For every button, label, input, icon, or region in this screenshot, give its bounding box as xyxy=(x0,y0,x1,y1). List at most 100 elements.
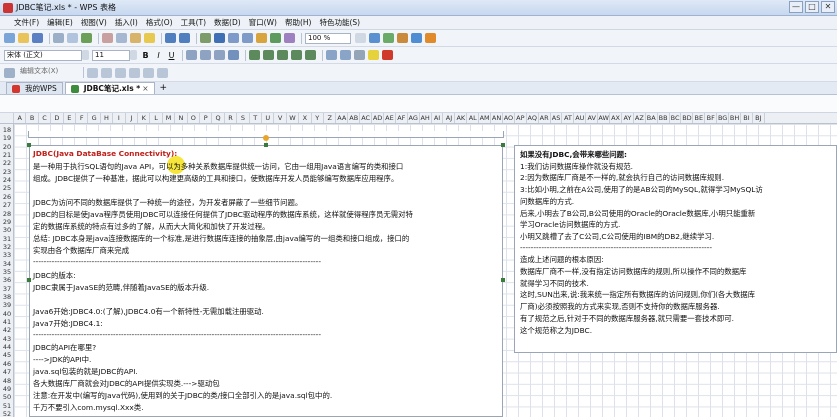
new-tab-icon[interactable]: + xyxy=(157,83,171,94)
column-header[interactable]: AP xyxy=(515,113,527,123)
column-header[interactable]: AV xyxy=(586,113,599,123)
tab-jdbc-notes[interactable]: JDBC笔记.xls * × xyxy=(64,82,155,94)
column-header[interactable]: BI xyxy=(741,113,753,123)
online-icon[interactable] xyxy=(411,33,422,43)
align-left-icon[interactable] xyxy=(186,50,197,60)
size-dropdown-icon[interactable] xyxy=(130,50,137,60)
oval-icon[interactable] xyxy=(157,67,168,78)
column-header[interactable]: AU xyxy=(574,113,587,123)
menu-special[interactable]: 特色功能(S) xyxy=(319,17,360,28)
column-header[interactable]: AD xyxy=(372,113,384,123)
font-dropdown-icon[interactable] xyxy=(82,50,89,60)
column-header[interactable]: AG xyxy=(408,113,420,123)
row-header[interactable]: 47 xyxy=(0,368,13,376)
column-header[interactable]: AR xyxy=(539,113,551,123)
resize-handle[interactable] xyxy=(27,143,31,147)
percent-icon[interactable] xyxy=(263,50,274,60)
column-header[interactable]: K xyxy=(138,113,151,123)
column-header[interactable]: AY xyxy=(622,113,634,123)
align-center-icon[interactable] xyxy=(200,50,211,60)
open-folder-icon[interactable] xyxy=(18,33,29,43)
row-header[interactable]: 38 xyxy=(0,293,13,301)
column-header[interactable]: BF xyxy=(705,113,718,123)
column-header[interactable]: T xyxy=(250,113,262,123)
row-header[interactable]: 37 xyxy=(0,285,13,293)
font-family-select[interactable]: 宋体 (正文) xyxy=(4,49,82,61)
drawing-icon[interactable] xyxy=(284,33,295,43)
column-header[interactable]: L xyxy=(150,113,163,123)
column-header[interactable]: S xyxy=(237,113,250,123)
zoom-select[interactable]: 100 % xyxy=(305,32,351,44)
column-header[interactable]: A xyxy=(14,113,27,123)
copy-icon[interactable] xyxy=(116,33,127,43)
menu-format[interactable]: 格式(O) xyxy=(146,17,173,28)
column-header[interactable]: U xyxy=(262,113,275,123)
draw-icon[interactable] xyxy=(4,67,15,78)
rotate-handle[interactable] xyxy=(263,135,269,141)
print-preview-icon[interactable] xyxy=(67,33,78,43)
row-header[interactable]: 25 xyxy=(0,184,13,192)
column-header[interactable]: B xyxy=(26,113,39,123)
sort-descending-icon[interactable] xyxy=(242,33,253,43)
decrease-indent-icon[interactable] xyxy=(326,50,337,60)
menu-tools[interactable]: 工具(T) xyxy=(181,17,206,28)
column-header[interactable]: F xyxy=(76,113,89,123)
column-header[interactable]: AH xyxy=(420,113,432,123)
column-header[interactable]: AL xyxy=(467,113,480,123)
resize-handle[interactable] xyxy=(27,278,31,282)
column-header[interactable]: G xyxy=(88,113,101,123)
row-header[interactable]: 50 xyxy=(0,393,13,401)
column-header[interactable]: BJ xyxy=(753,113,765,123)
column-header[interactable]: C xyxy=(39,113,52,123)
bold-button[interactable]: B xyxy=(140,51,151,60)
row-header[interactable]: 22 xyxy=(0,159,13,167)
tab-close-icon[interactable]: × xyxy=(142,83,148,94)
row-header[interactable]: 33 xyxy=(0,251,13,259)
menu-view[interactable]: 视图(V) xyxy=(81,17,107,28)
row-header[interactable]: 23 xyxy=(0,168,13,176)
column-header[interactable]: BC xyxy=(670,113,682,123)
new-file-icon[interactable] xyxy=(4,33,15,43)
column-header[interactable]: X xyxy=(299,113,312,123)
decrease-decimal-icon[interactable] xyxy=(305,50,316,60)
column-header[interactable]: AB xyxy=(348,113,361,123)
column-header[interactable]: M xyxy=(163,113,176,123)
underline-button[interactable]: U xyxy=(166,51,177,60)
tab-my-wps[interactable]: 我的WPS xyxy=(6,82,63,94)
row-header[interactable]: 26 xyxy=(0,193,13,201)
column-header[interactable]: BH xyxy=(729,113,741,123)
tools-icon[interactable] xyxy=(397,33,408,43)
row-header[interactable]: 39 xyxy=(0,301,13,309)
spellcheck-icon[interactable] xyxy=(81,33,92,43)
menu-insert[interactable]: 插入(I) xyxy=(115,17,138,28)
column-header[interactable]: AQ xyxy=(527,113,539,123)
menu-file[interactable]: 文件(F) xyxy=(14,17,39,28)
row-header[interactable]: 46 xyxy=(0,360,13,368)
column-header[interactable]: Q xyxy=(212,113,225,123)
row-header[interactable]: 36 xyxy=(0,276,13,284)
align-right-icon[interactable] xyxy=(214,50,225,60)
currency-icon[interactable] xyxy=(249,50,260,60)
column-header[interactable]: AC xyxy=(360,113,373,123)
italic-button[interactable]: I xyxy=(153,51,164,60)
column-header[interactable]: D xyxy=(51,113,64,123)
column-header[interactable]: I xyxy=(113,113,126,123)
column-header[interactable]: AE xyxy=(384,113,396,123)
column-header[interactable]: AF xyxy=(396,113,408,123)
print-icon[interactable] xyxy=(53,33,64,43)
row-header[interactable]: 21 xyxy=(0,151,13,159)
font-color-icon[interactable] xyxy=(382,50,393,60)
undo-icon[interactable] xyxy=(165,33,176,43)
merge-cells-icon[interactable] xyxy=(228,50,239,60)
column-header[interactable]: AO xyxy=(503,113,515,123)
share-icon[interactable] xyxy=(383,33,394,43)
resize-handle[interactable] xyxy=(264,143,268,147)
row-header[interactable]: 43 xyxy=(0,335,13,343)
row-header[interactable]: 19 xyxy=(0,134,13,142)
row-header[interactable]: 40 xyxy=(0,310,13,318)
select-all-corner[interactable] xyxy=(0,113,14,123)
column-header[interactable]: AJ xyxy=(444,113,456,123)
column-header[interactable]: W xyxy=(287,113,300,123)
increase-indent-icon[interactable] xyxy=(340,50,351,60)
column-header[interactable]: Y xyxy=(312,113,324,123)
